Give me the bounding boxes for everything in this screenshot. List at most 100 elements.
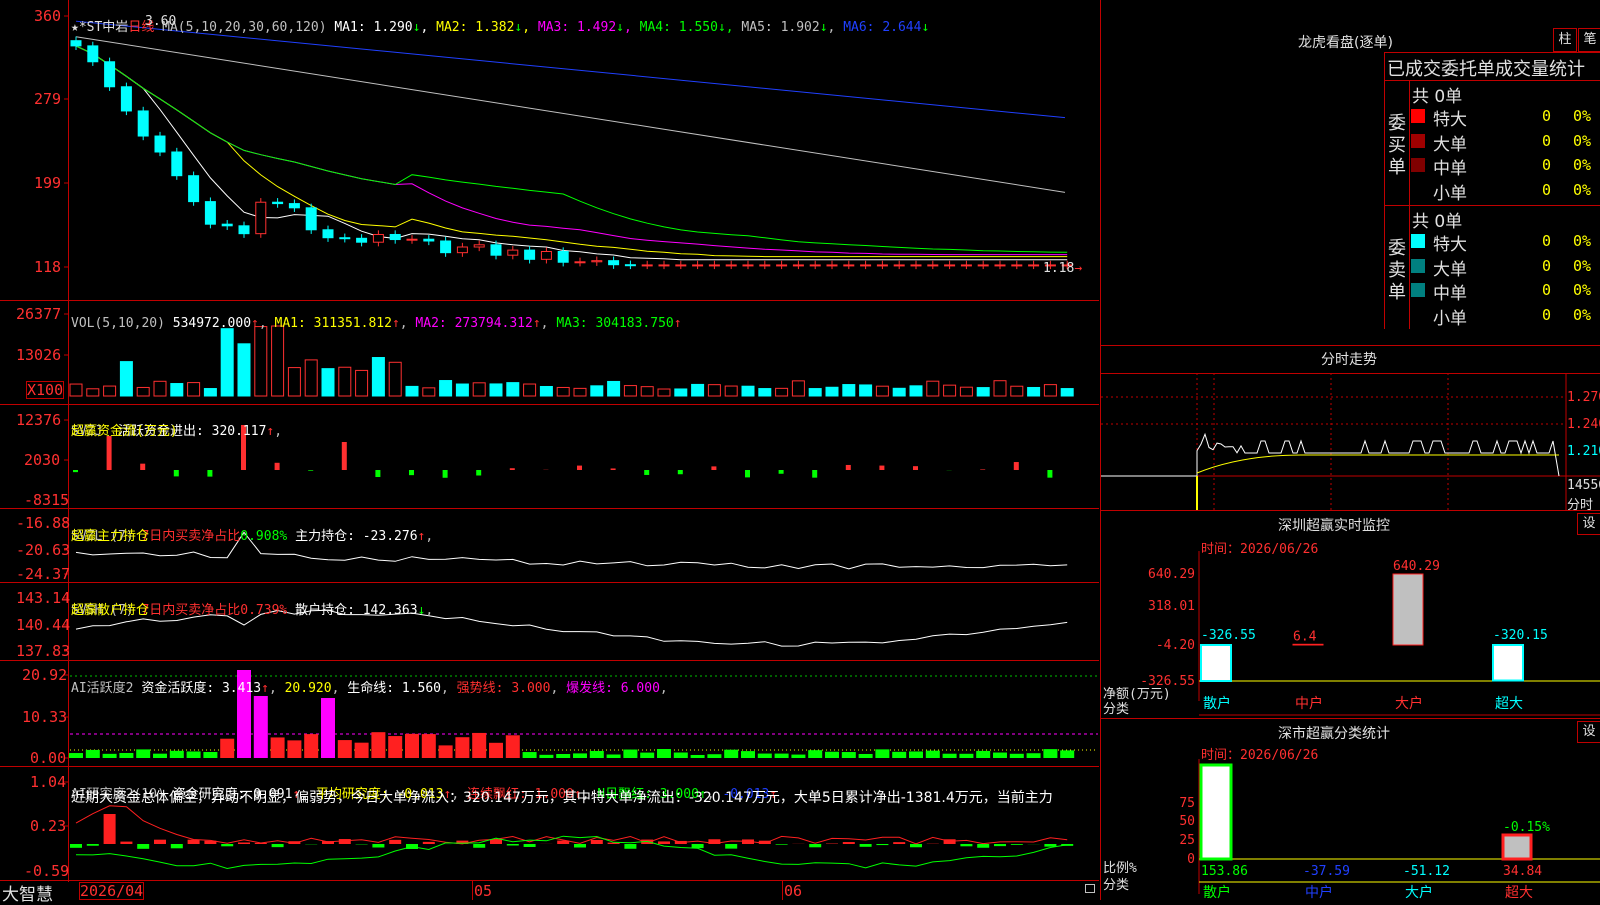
candle: [1012, 265, 1022, 266]
bar-label: -0.15%: [1503, 820, 1550, 835]
bar-label: 640.29: [1393, 559, 1440, 574]
candle: [357, 238, 367, 242]
stock-name[interactable]: ★*ST中岩: [71, 20, 128, 35]
lock-icon[interactable]: [1085, 884, 1095, 893]
bar-label: 34.84: [1503, 864, 1542, 879]
activity-bar: [405, 734, 419, 758]
activity-bar: [422, 734, 436, 758]
y-tick: 318.01: [1148, 599, 1195, 614]
research-bar: [776, 844, 788, 845]
x-label: 06: [784, 882, 802, 900]
activity-bar: [455, 737, 469, 758]
fenshi-y-tick: 1.210: [1567, 444, 1600, 459]
category-label: 中户: [1305, 884, 1333, 901]
ma-line: [76, 46, 1067, 255]
volume-bar: [624, 386, 636, 396]
lhb-row: 大单00%: [1411, 255, 1600, 277]
fenshi-y-tick: 1.270: [1567, 390, 1600, 405]
activity-bar: [1027, 753, 1041, 758]
bar-label: 6.4: [1293, 629, 1317, 644]
volume-bar: [188, 383, 200, 396]
candle: [340, 238, 350, 239]
research-bar: [389, 840, 401, 844]
activity-bar: [909, 751, 923, 758]
activity-bar: [590, 751, 604, 758]
tick-mode-button[interactable]: 笔: [1578, 28, 1600, 52]
activity-bar: [506, 735, 520, 758]
research-bar: [104, 814, 116, 844]
svzj-sub: 超赢资金流(万元): [71, 420, 178, 439]
volume-bar: [809, 389, 821, 396]
ai1-header: AI活跃度2 资金活跃度: 3.413↑, 20.920, 生命线: 1.560…: [71, 662, 668, 696]
y-tick: 75: [1179, 796, 1195, 811]
research-bar: [1011, 844, 1023, 845]
volume-bar: [893, 388, 905, 396]
volume-bar: [944, 385, 956, 396]
candle: [609, 261, 619, 265]
bar: [1201, 765, 1231, 859]
volume-bar: [356, 370, 368, 396]
research-bar: [137, 844, 149, 849]
activity-bar: [103, 754, 117, 758]
activity-bar: [439, 745, 453, 758]
flow-bar: [308, 470, 313, 471]
y-tick: -4.20: [1156, 638, 1195, 653]
kline-chart-area[interactable]: [0, 0, 1100, 900]
candle: [945, 265, 955, 266]
volume-bar: [1028, 387, 1040, 396]
volume-bar: [154, 381, 166, 396]
fenshi-title: 分时走势: [1321, 349, 1377, 369]
research-bar: [876, 844, 888, 845]
activity-bar: [321, 698, 335, 758]
activity-bar: [808, 750, 822, 758]
bar-mode-button[interactable]: 柱: [1553, 28, 1577, 52]
candle: [88, 46, 98, 62]
volume-bar: [255, 327, 267, 396]
y-tick: 20.92: [22, 666, 67, 684]
ma-line: [76, 46, 1067, 260]
flow-bar: [745, 470, 750, 477]
research-bar: [658, 841, 670, 844]
color-swatch: [1411, 234, 1425, 248]
candle: [424, 239, 434, 241]
activity-bar: [993, 753, 1007, 758]
research-bar: [1044, 844, 1056, 847]
volume-bar: [708, 385, 720, 396]
research-bar: [591, 840, 603, 844]
activity-bar: [556, 754, 570, 758]
activity-bar: [523, 752, 537, 758]
research-bar: [188, 840, 200, 844]
x-label: 05: [474, 882, 492, 900]
activity-bar: [1010, 754, 1024, 758]
volume-bar: [137, 387, 149, 396]
candle: [726, 265, 736, 266]
volume-bar: [288, 368, 300, 396]
activity-bar: [153, 754, 167, 758]
candle: [508, 250, 518, 255]
activity-bar: [691, 755, 705, 758]
activity-bar: [825, 752, 839, 758]
candle: [474, 245, 484, 247]
activity-bar: [741, 751, 755, 758]
research-bar: [910, 844, 922, 847]
flow-bar: [275, 463, 280, 470]
flow-bar: [107, 436, 112, 470]
volume-bar: [759, 389, 771, 396]
activity-bar: [136, 749, 150, 758]
candle: [760, 265, 770, 266]
flow-bar: [913, 466, 918, 470]
fenshi-panel[interactable]: 分时走势 1.270 1.240 1.210 14556 分时: [1101, 345, 1600, 511]
category-label: 散户: [1203, 884, 1231, 901]
activity-bar: [607, 754, 621, 758]
y-tick: 2030: [24, 451, 60, 469]
volume-bar: [692, 384, 704, 396]
y-tick: 0.23: [30, 817, 66, 835]
y-tick: 360: [34, 7, 61, 25]
candle: [306, 208, 316, 230]
candle: [222, 224, 232, 226]
candle: [256, 202, 266, 233]
bar: [1493, 645, 1523, 681]
candle: [390, 234, 400, 239]
research-bar: [692, 844, 704, 848]
candle: [592, 261, 602, 262]
